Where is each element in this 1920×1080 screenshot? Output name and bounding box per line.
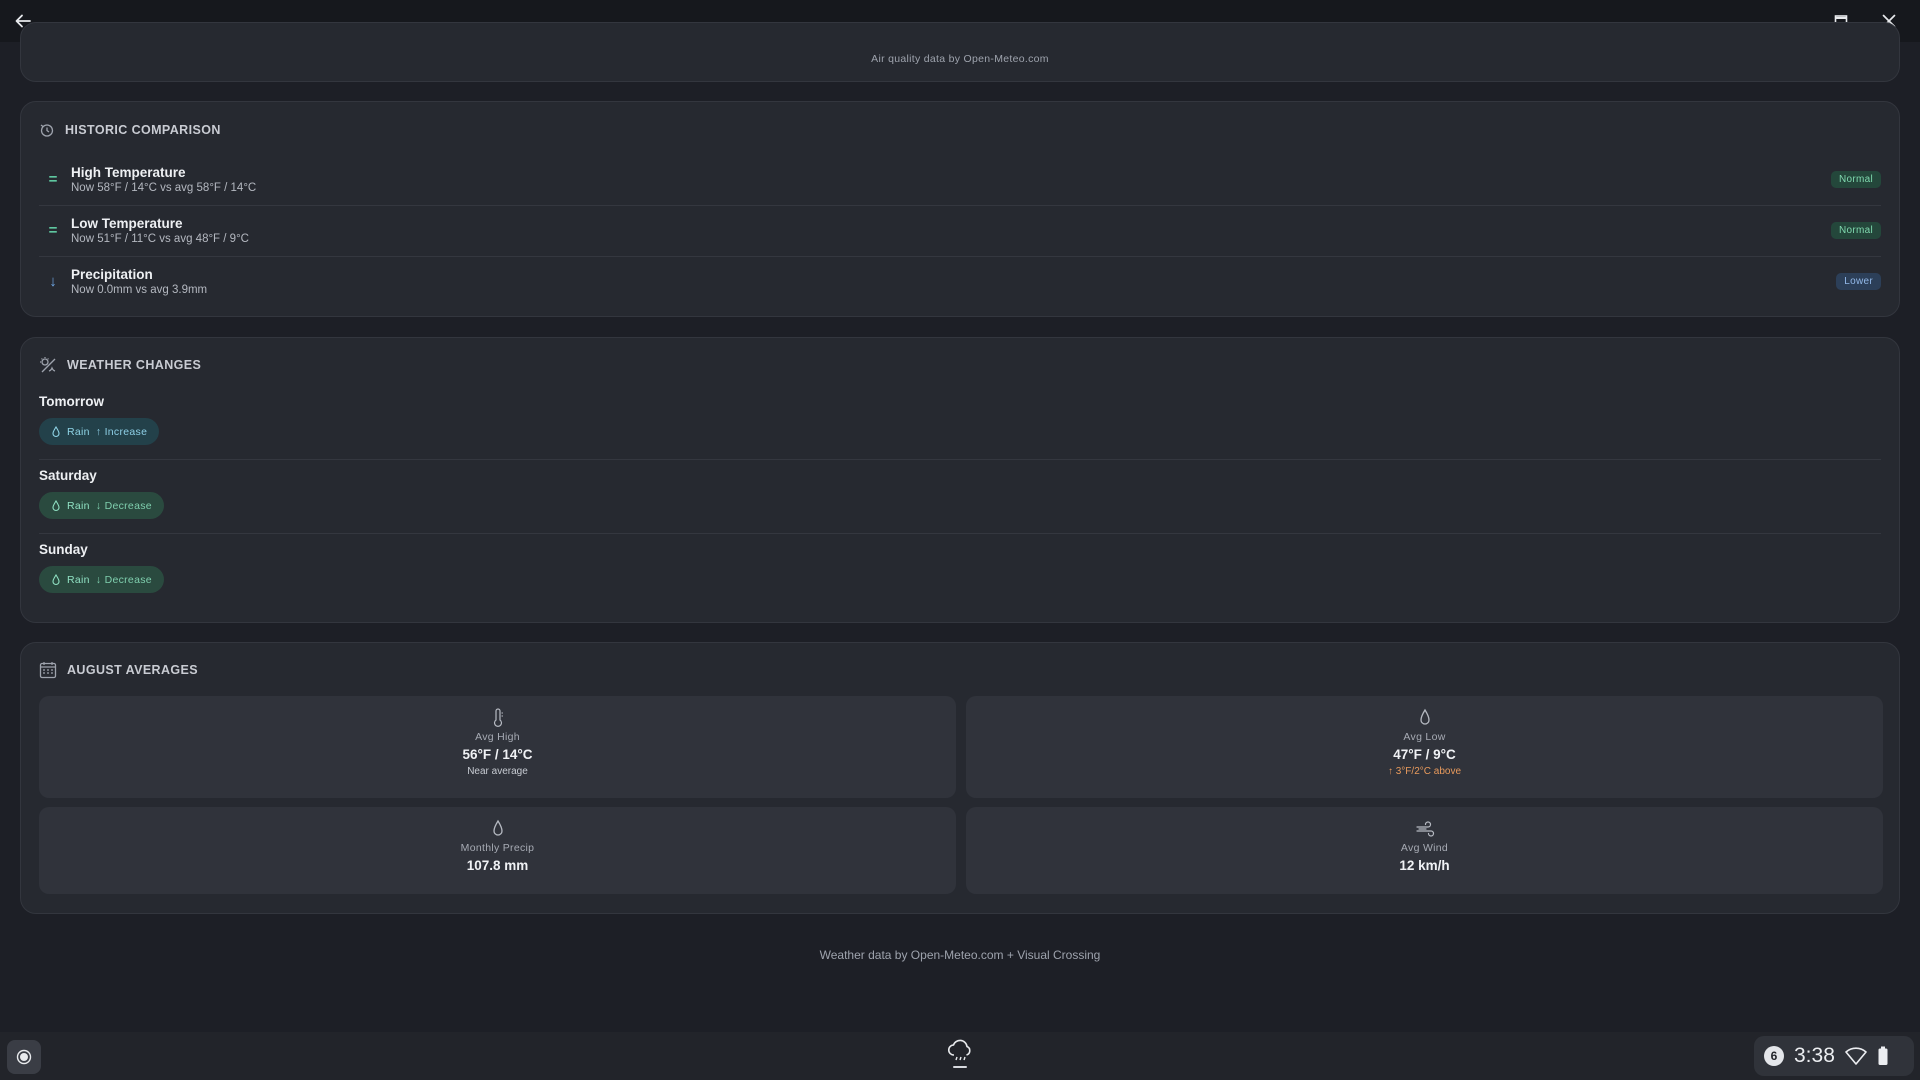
down-arrow-marker: ↓ xyxy=(49,273,57,290)
rain-change-chip: Rain ↓ Decrease xyxy=(39,566,164,593)
tile-note: Near average xyxy=(467,766,528,777)
tile-value: 56°F / 14°C xyxy=(462,747,533,762)
tile-label: Avg Low xyxy=(1403,731,1446,743)
air-quality-attribution: Air quality data by Open-Meteo.com xyxy=(871,53,1049,65)
chip-change: ↓ Decrease xyxy=(95,573,152,586)
tile-label: Avg Wind xyxy=(1400,842,1449,854)
cloud-rain-icon xyxy=(947,1039,971,1061)
historic-row-title: High Temperature xyxy=(71,165,186,180)
tile-value: 47°F / 9°C xyxy=(1393,747,1456,762)
wifi-icon xyxy=(1845,1047,1867,1065)
status-badge: Normal xyxy=(1830,222,1881,239)
scroll-content[interactable]: Air quality data by Open-Meteo.com HISTO… xyxy=(0,22,1920,1032)
equal-marker: = xyxy=(48,171,58,188)
status-badge: Normal xyxy=(1830,171,1881,188)
divider xyxy=(39,533,1881,534)
monthly-precip-tile: Monthly Precip 107.8 mm xyxy=(39,807,956,894)
battery-icon xyxy=(1878,1046,1888,1065)
droplet-icon xyxy=(52,425,60,437)
calendar-icon xyxy=(39,662,57,679)
weather-change-day: Saturday xyxy=(39,468,97,483)
air-quality-card: Air quality data by Open-Meteo.com xyxy=(20,22,1900,82)
historic-comparison-header: HISTORIC COMPARISON xyxy=(39,122,221,138)
wind-icon xyxy=(1415,821,1434,837)
avg-wind-tile: Avg Wind 12 km/h xyxy=(966,807,1883,894)
chip-type: Rain xyxy=(67,573,90,586)
chip-type: Rain xyxy=(67,425,90,438)
weather-change-icon xyxy=(40,357,56,373)
august-averages-header: AUGUST AVERAGES xyxy=(39,661,198,679)
weather-change-day: Sunday xyxy=(39,542,88,557)
running-indicator xyxy=(953,1066,967,1068)
status-tray[interactable]: 6 3:38 xyxy=(1754,1036,1914,1076)
historic-comparison-card: HISTORIC COMPARISON = High Temperature N… xyxy=(20,101,1900,317)
avg-low-tile: Avg Low 47°F / 9°C ↑ 3°F/2°C above xyxy=(966,696,1883,798)
tile-value: 107.8 mm xyxy=(466,858,529,873)
launcher-circle-icon xyxy=(16,1049,32,1065)
august-averages-title: AUGUST AVERAGES xyxy=(67,663,199,677)
droplet-icon xyxy=(52,573,60,585)
historic-row-low-temp: = Low Temperature Now 51°F / 11°C vs avg… xyxy=(39,205,1881,256)
rain-change-chip: Rain ↑ Increase xyxy=(39,418,160,445)
rain-change-chip: Rain ↓ Decrease xyxy=(39,492,164,519)
clock: 3:38 xyxy=(1794,1044,1835,1067)
system-shelf: 6 3:38 xyxy=(0,1032,1920,1080)
historic-row-detail: Now 51°F / 11°C vs avg 48°F / 9°C xyxy=(71,233,249,245)
historic-row-title: Low Temperature xyxy=(71,216,183,231)
tile-label: Monthly Precip xyxy=(460,842,535,854)
data-attribution: Weather data by Open-Meteo.com + Visual … xyxy=(819,948,1101,962)
weather-changes-card: WEATHER CHANGES Tomorrow Rain ↑ Increase… xyxy=(20,337,1900,623)
launcher-button[interactable] xyxy=(7,1040,41,1074)
historic-row-title: Precipitation xyxy=(71,267,153,282)
droplet-icon xyxy=(1419,708,1430,725)
chip-change: ↑ Increase xyxy=(95,425,148,438)
tile-note: ↑ 3°F/2°C above xyxy=(1387,766,1462,777)
weather-changes-header: WEATHER CHANGES xyxy=(39,356,201,374)
divider xyxy=(39,459,1881,460)
historic-row-high-temp: = High Temperature Now 58°F / 14°C vs av… xyxy=(39,154,1881,205)
weather-app-shelf-icon[interactable] xyxy=(944,1038,976,1074)
chip-change: ↓ Decrease xyxy=(95,499,152,512)
equal-marker: = xyxy=(48,222,58,239)
historic-row-detail: Now 0.0mm vs avg 3.9mm xyxy=(71,284,208,296)
weather-changes-title: WEATHER CHANGES xyxy=(67,358,202,372)
historic-comparison-title: HISTORIC COMPARISON xyxy=(65,123,221,137)
historic-row-detail: Now 58°F / 14°C vs avg 58°F / 14°C xyxy=(71,182,257,194)
historic-row-precipitation: ↓ Precipitation Now 0.0mm vs avg 3.9mm L… xyxy=(39,256,1881,307)
chip-type: Rain xyxy=(67,499,90,512)
droplet-icon xyxy=(52,499,60,511)
history-icon xyxy=(40,124,54,137)
weather-change-day: Tomorrow xyxy=(39,394,104,409)
status-badge: Lower xyxy=(1836,273,1881,290)
droplet-icon xyxy=(492,819,503,836)
thermometer-icon xyxy=(493,708,503,727)
tile-value: 12 km/h xyxy=(1399,858,1450,873)
tile-label: Avg High xyxy=(475,731,520,743)
avg-high-tile: Avg High 56°F / 14°C Near average xyxy=(39,696,956,798)
august-averages-card: AUGUST AVERAGES Avg High 56°F / 14°C Nea… xyxy=(20,642,1900,914)
notification-count-badge[interactable]: 6 xyxy=(1764,1046,1784,1066)
